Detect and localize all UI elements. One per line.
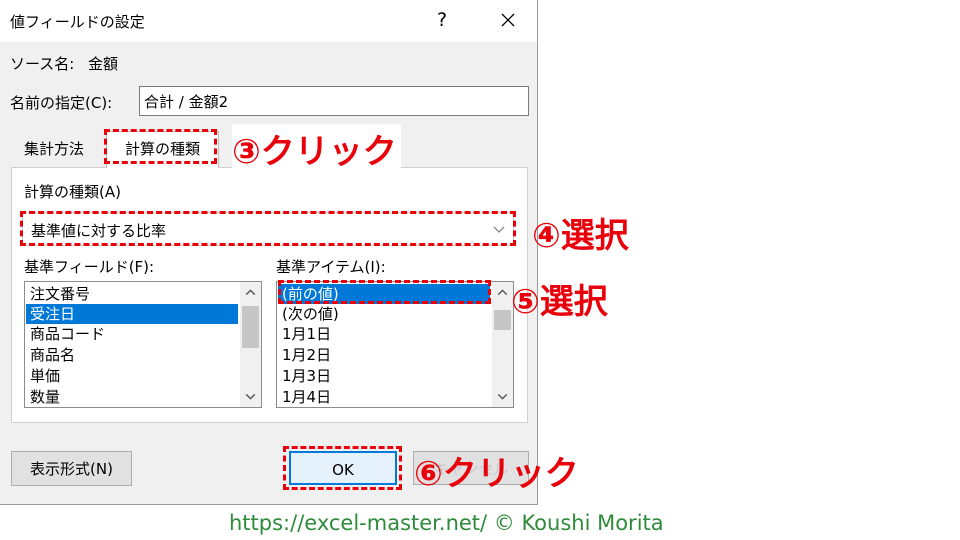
list-item[interactable]: 1月1日 — [278, 324, 490, 344]
highlight-select-box — [20, 211, 516, 246]
source-name-value: 金額 — [88, 55, 119, 73]
base-field-list[interactable]: 注文番号 受注日 商品コード 商品名 単価 数量 — [24, 281, 262, 408]
footer-credit: https://excel-master.net/ © Koushi Morit… — [229, 511, 664, 535]
close-icon — [501, 13, 515, 27]
list-item[interactable]: 数量 — [26, 387, 238, 407]
scrollbar-thumb[interactable] — [494, 310, 511, 330]
list-item[interactable]: 注文番号 — [26, 284, 238, 304]
custom-name-label: 名前の指定(C): — [10, 94, 113, 112]
annotation-step3: ③クリック — [232, 124, 401, 173]
highlight-item-box — [278, 280, 491, 304]
custom-name-input[interactable] — [139, 86, 529, 116]
tab-summarize-by[interactable]: 集計方法 — [24, 138, 84, 159]
annotation-step5: ⑤選択 — [511, 282, 608, 322]
scrollbar-thumb[interactable] — [242, 306, 259, 348]
help-button[interactable]: ? — [428, 6, 456, 34]
list-item[interactable]: 単価 — [26, 366, 238, 386]
list-item[interactable]: 1月4日 — [278, 387, 490, 407]
chevron-down-icon[interactable] — [242, 388, 259, 405]
base-field-label: 基準フィールド(F): — [24, 258, 155, 276]
list-item[interactable]: 1月3日 — [278, 366, 490, 386]
number-format-button[interactable]: 表示形式(N) — [11, 451, 132, 486]
chevron-up-icon[interactable] — [242, 284, 259, 301]
chevron-down-icon[interactable] — [494, 388, 511, 405]
highlight-tab-box — [104, 129, 217, 164]
base-item-label: 基準アイテム(I): — [276, 258, 386, 276]
calc-type-label: 計算の種類(A) — [24, 183, 121, 201]
dialog-title: 値フィールドの設定 — [10, 13, 145, 31]
close-button[interactable] — [494, 6, 522, 34]
value-field-settings-dialog: 値フィールドの設定 ? ソース名: 金額 名前の指定(C): 集計方法 計算の種… — [0, 0, 538, 505]
chevron-up-icon[interactable] — [494, 284, 511, 301]
source-name-label: ソース名: — [10, 55, 75, 73]
list-item[interactable]: (次の値) — [278, 304, 490, 324]
annotation-step6: ⑥クリック — [414, 454, 579, 494]
title-bar: 値フィールドの設定 ? — [0, 0, 537, 42]
scrollbar[interactable] — [492, 282, 513, 407]
list-item[interactable]: 1月2日 — [278, 345, 490, 365]
list-item[interactable]: 商品名 — [26, 345, 238, 365]
list-item[interactable]: 商品コード — [26, 324, 238, 344]
annotation-step4: ④選択 — [532, 216, 629, 256]
scrollbar[interactable] — [240, 282, 261, 407]
highlight-ok-box — [283, 446, 402, 490]
list-item-selected[interactable]: 受注日 — [26, 304, 238, 324]
